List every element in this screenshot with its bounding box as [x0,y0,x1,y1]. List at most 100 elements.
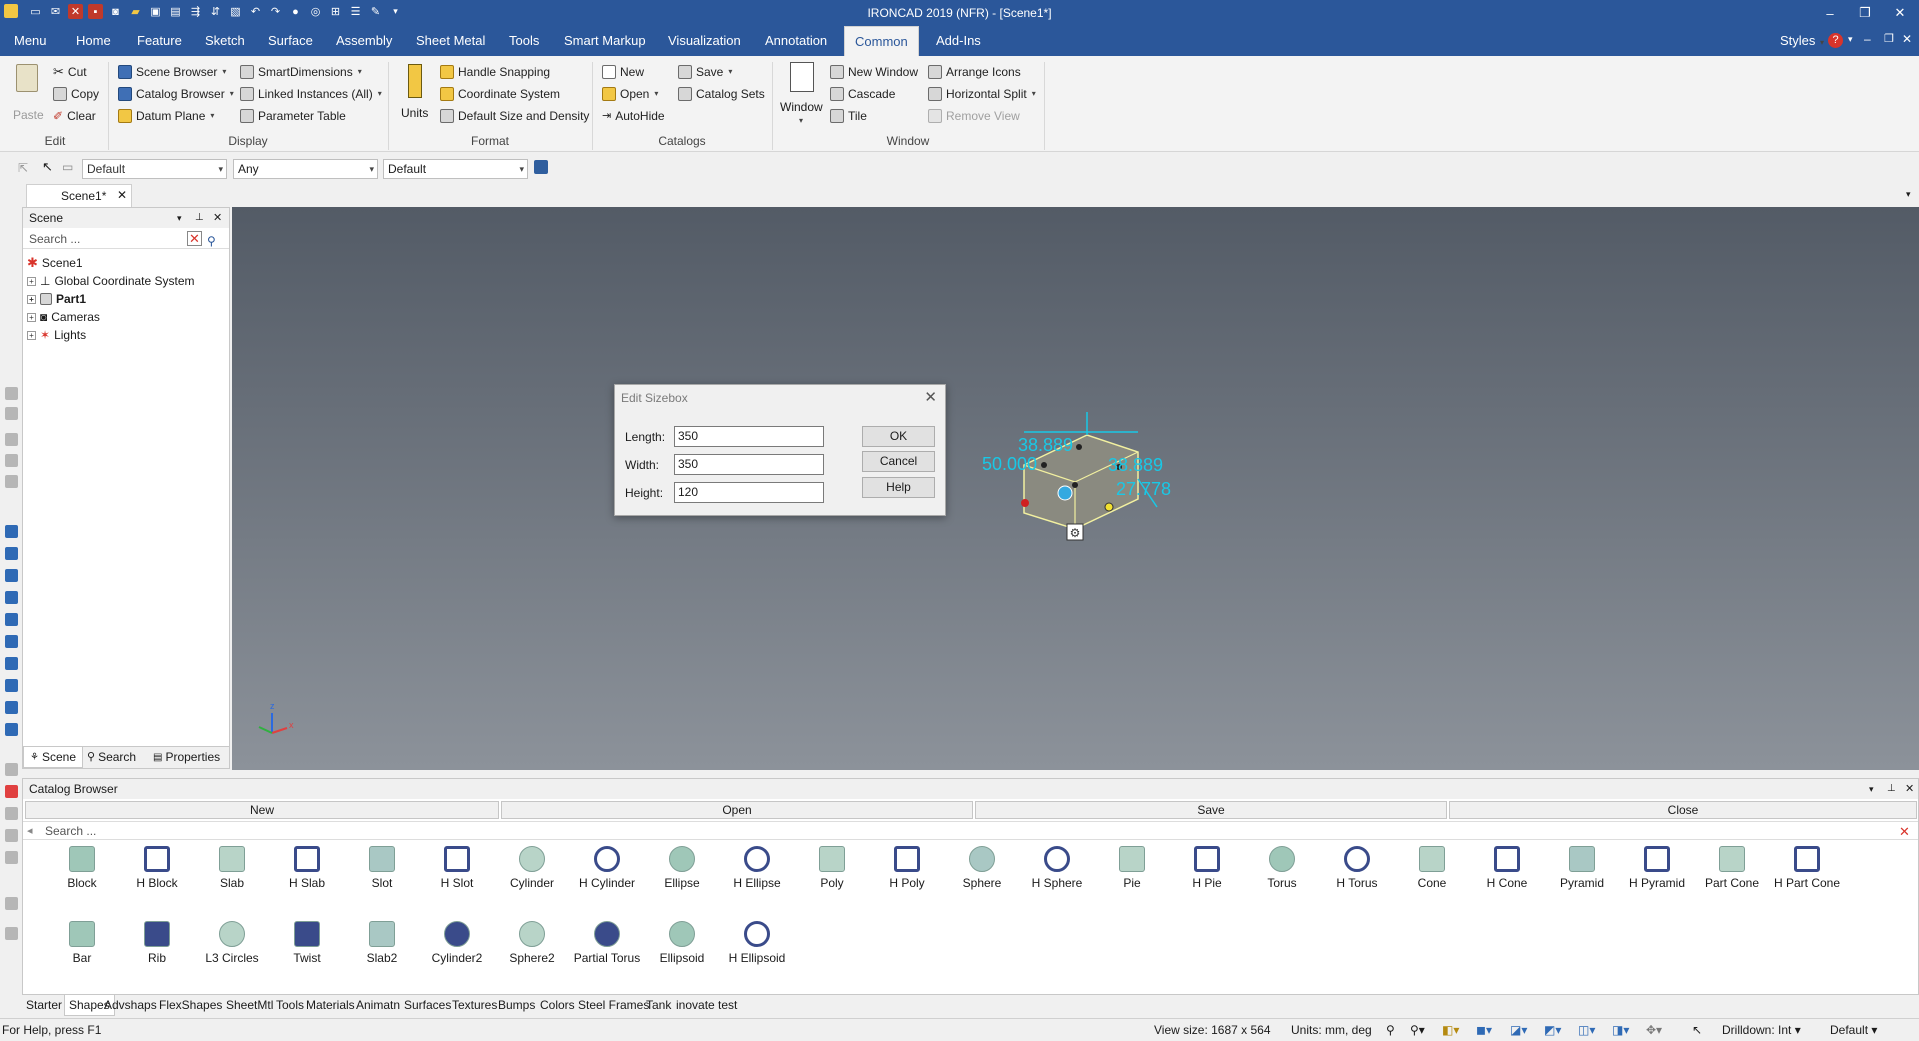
tool-icon[interactable] [5,657,18,670]
tab-tools[interactable]: Tools [507,26,541,56]
handle-black[interactable] [1041,462,1047,468]
catalog-item[interactable]: H Cone [1470,846,1544,890]
tab-sheet-metal[interactable]: Sheet Metal [414,26,487,56]
cut-button[interactable]: ✂ Cut [53,63,87,81]
catalog-item[interactable]: H Pyramid [1620,846,1694,890]
units-button[interactable]: Units [398,64,432,120]
catalog-tab[interactable]: Starter [22,995,66,1016]
tab-smart-markup[interactable]: Smart Markup [562,26,648,56]
material-combo[interactable]: Default ▾ [383,159,528,179]
catalog-item[interactable]: Bar [45,921,119,965]
doc-restore-icon[interactable]: ❐ [1884,32,1894,45]
catalog-close-button[interactable]: Close [1449,801,1917,819]
zoom-dropdown-icon[interactable]: ⚲▾ [1410,1023,1425,1037]
hierarchy-icon[interactable] [534,160,548,174]
tool-icon[interactable] [5,407,18,420]
tool-icon[interactable] [5,387,18,400]
tab-search[interactable]: ⚲ Search [81,747,142,768]
catalog-item[interactable]: H Ellipse [720,846,794,890]
section-icon[interactable]: ◨▾ [1612,1023,1629,1037]
catalog-tab[interactable]: FlexShapes [155,995,226,1016]
catalog-tab[interactable]: Colors [536,995,579,1016]
tool-icon[interactable] [5,785,18,798]
tree-item-scene1[interactable]: ✱ Scene1 [27,254,83,272]
catalog-item[interactable]: H Sphere [1020,846,1094,890]
selection-mode-icon[interactable]: ▭ [62,160,73,174]
catalog-item[interactable]: H Torus [1320,846,1394,890]
clear-search-icon[interactable]: ✕ [187,231,202,246]
light-icon[interactable]: ◫▾ [1578,1023,1595,1037]
tab-menu[interactable]: Menu [12,26,49,56]
sizebox-part[interactable]: ⚙ [1021,412,1158,541]
catalog-item[interactable]: Slot [345,846,419,890]
3d-viewport[interactable]: ⚙ z x 38.889 50.000 38.889 27.778 [232,207,1919,770]
catalog-tab[interactable]: SheetMtl [222,995,277,1016]
shading-icon[interactable]: ◪▾ [1510,1023,1527,1037]
panel-menu-icon[interactable]: ▾ [177,208,182,228]
close-tab-icon[interactable]: ✕ [117,188,127,202]
new-window-button[interactable]: New Window [830,63,918,81]
catalog-item[interactable]: H Poly [870,846,944,890]
default-size-button[interactable]: Default Size and Density [440,107,589,125]
catalog-item[interactable]: H Slab [270,846,344,890]
tool-icon[interactable] [5,701,18,714]
tree-item-global-coordinate-system[interactable]: + ⊥ Global Coordinate System [27,272,195,290]
tree-item-part1[interactable]: + Part1 [27,290,86,308]
tool-icon[interactable] [5,525,18,538]
catalog-item[interactable]: Cylinder [495,846,569,890]
tab-visualization[interactable]: Visualization [666,26,743,56]
dimension-length-top[interactable]: 38.889 [1018,435,1073,456]
doc-minimize-icon[interactable]: – [1864,32,1871,46]
drilldown-select[interactable]: Drilldown: Int ▾ [1722,1023,1801,1037]
pan-icon[interactable]: ✥▾ [1646,1023,1662,1037]
styles-dropdown[interactable]: Styles ▾ [1778,26,1826,56]
expand-icon[interactable]: + [27,276,36,286]
tool-icon[interactable] [5,763,18,776]
expand-icon[interactable]: + [27,312,36,322]
tool-icon[interactable] [5,897,18,910]
catalog-open-button[interactable]: Open ▾ [602,85,658,103]
handle-yellow[interactable] [1104,502,1114,512]
linked-instances-button[interactable]: Linked Instances (All) ▾ [240,85,382,103]
handle-red[interactable] [1021,499,1029,507]
tool-icon[interactable] [5,475,18,488]
tool-icon[interactable] [5,679,18,692]
catalog-item[interactable]: H Block [120,846,194,890]
tab-annotation[interactable]: Annotation [763,26,829,56]
catalog-new-button[interactable]: New [602,63,644,81]
catalog-save-button[interactable]: Save [975,801,1447,819]
zoom-icon[interactable]: ⚲ [1386,1023,1395,1037]
dimension-width-left[interactable]: 50.000 [982,454,1037,475]
tab-feature[interactable]: Feature [135,26,184,56]
catalog-browser-button[interactable]: Catalog Browser ▾ [118,85,234,103]
height-field[interactable]: 120 [674,482,824,503]
catalog-item[interactable]: Twist [270,921,344,965]
tree-item-lights[interactable]: + ✶ Lights [27,326,86,344]
catalog-tab[interactable]: Bumps [494,995,539,1016]
scene-browser-button[interactable]: Scene Browser ▾ [118,63,226,81]
tab-properties[interactable]: ▤ Properties [147,747,226,768]
copy-button[interactable]: Copy [53,85,99,103]
restore-icon[interactable]: ❐ [1845,0,1885,26]
clear-search-icon[interactable]: ✕ [1899,823,1910,841]
cascade-button[interactable]: Cascade [830,85,895,103]
catalog-item[interactable]: Sphere [945,846,1019,890]
help-icon[interactable]: ? [1828,33,1843,48]
catalog-item[interactable]: Part Cone [1695,846,1769,890]
tool-icon[interactable] [5,613,18,626]
window-button[interactable]: Window ▾ [780,62,824,125]
style-combo[interactable]: Default ▾ [82,159,227,179]
catalog-item[interactable]: Torus [1245,846,1319,890]
catalog-item[interactable]: Pie [1095,846,1169,890]
catalog-sets-button[interactable]: Catalog Sets [678,85,765,103]
filter-icon[interactable]: ⚲ [207,231,216,251]
expand-icon[interactable]: + [27,330,36,340]
ok-button[interactable]: OK [862,426,935,447]
tool-icon[interactable] [5,547,18,560]
scene-search-input[interactable]: Search ... ✕ ⚲ [23,229,229,249]
catalog-item[interactable]: Slab [195,846,269,890]
clear-button[interactable]: ✐ Clear [53,107,96,125]
coordinate-system-button[interactable]: Coordinate System [440,85,560,103]
width-field[interactable]: 350 [674,454,824,475]
tab-list-dropdown-icon[interactable]: ▾ [1906,189,1911,200]
